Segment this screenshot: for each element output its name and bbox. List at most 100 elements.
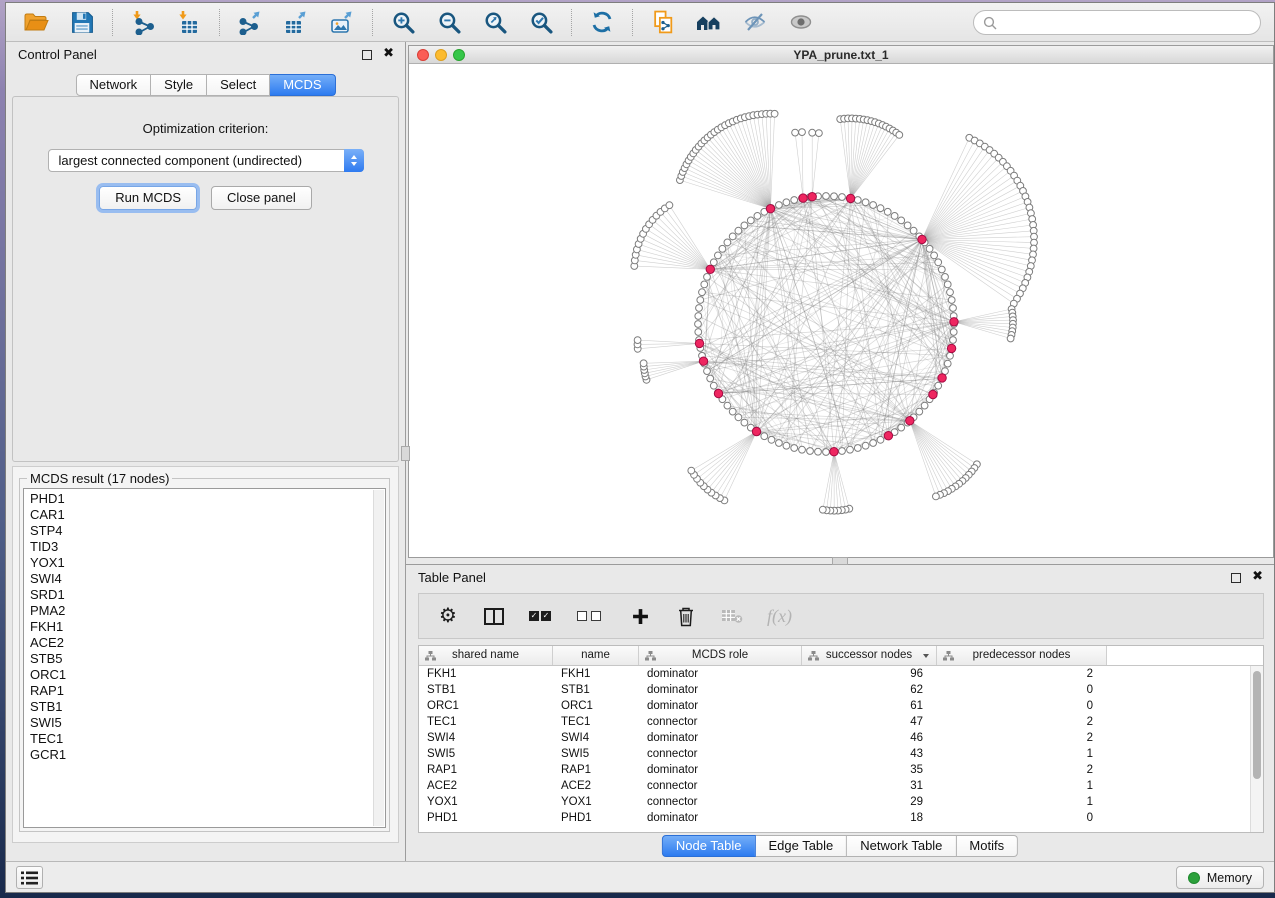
float-window-icon[interactable]	[1231, 573, 1241, 583]
table-cell: PHD1	[419, 810, 553, 826]
mcds-result-item[interactable]: SWI5	[30, 715, 385, 731]
mcds-result-item[interactable]: CAR1	[30, 507, 385, 523]
table-cell: 31	[802, 778, 937, 794]
network-view-titlebar[interactable]: YPA_prune.txt_1	[409, 46, 1273, 64]
mcds-result-item[interactable]: PHD1	[30, 491, 385, 507]
deselect-all-button[interactable]	[577, 604, 605, 628]
network-canvas[interactable]	[409, 64, 1273, 557]
run-mcds-button[interactable]: Run MCDS	[99, 186, 197, 210]
maximize-traffic-light[interactable]	[453, 49, 465, 61]
column-header-predecessor-nodes[interactable]: predecessor nodes	[937, 646, 1107, 665]
zoom-fit-button[interactable]	[480, 7, 510, 37]
minimize-traffic-light[interactable]	[435, 49, 447, 61]
table-cell: dominator	[639, 762, 802, 778]
mcds-result-item[interactable]: YOX1	[30, 555, 385, 571]
show-all-button[interactable]	[786, 7, 816, 37]
mcds-result-item[interactable]: SRD1	[30, 587, 385, 603]
horizontal-splitter-handle[interactable]	[832, 557, 848, 565]
tab-motifs[interactable]: Motifs	[956, 835, 1018, 857]
tab-style[interactable]: Style	[151, 74, 207, 96]
mcds-result-item[interactable]: STP4	[30, 523, 385, 539]
optimization-criterion-select[interactable]: largest connected component (undirected)	[48, 149, 364, 172]
select-all-button[interactable]: ✓✓	[529, 604, 553, 628]
mcds-result-item[interactable]: TID3	[30, 539, 385, 555]
tab-network[interactable]: Network	[75, 74, 151, 96]
table-cell: SWI4	[553, 730, 639, 746]
search-input[interactable]	[1002, 12, 1252, 33]
zoom-in-button[interactable]	[388, 7, 418, 37]
table-cell-filler	[1107, 762, 1263, 778]
memory-button[interactable]: Memory	[1176, 866, 1264, 889]
table-cell-filler	[1107, 778, 1263, 794]
table-cell-filler	[1107, 714, 1263, 730]
close-icon[interactable]: ✖	[1252, 568, 1263, 584]
mcds-result-item[interactable]: SWI4	[30, 571, 385, 587]
open-file-button[interactable]	[21, 7, 51, 37]
refresh-button[interactable]	[587, 7, 617, 37]
tab-mcds[interactable]: MCDS	[270, 74, 335, 96]
mcds-result-item[interactable]: TEC1	[30, 731, 385, 747]
zoom-selected-button[interactable]	[526, 7, 556, 37]
float-window-icon[interactable]	[362, 50, 372, 60]
table-row[interactable]: SWI4SWI4dominator462	[419, 730, 1263, 746]
table-cell: connector	[639, 794, 802, 810]
table-scrollbar-thumb[interactable]	[1253, 671, 1261, 779]
column-header-name[interactable]: name	[553, 646, 639, 665]
tab-network-table[interactable]: Network Table	[847, 835, 956, 857]
close-panel-button[interactable]: Close panel	[211, 186, 312, 210]
first-neighbors-button[interactable]	[694, 7, 724, 37]
tab-node-table[interactable]: Node Table	[662, 835, 756, 857]
table-row[interactable]: STB1STB1dominator620	[419, 682, 1263, 698]
table-row[interactable]: TEC1TEC1connector472	[419, 714, 1263, 730]
network-search-field[interactable]	[973, 10, 1261, 35]
show-columns-button[interactable]	[483, 604, 505, 628]
column-header-mcds-role[interactable]: MCDS role	[639, 646, 802, 665]
export-image-button[interactable]	[327, 7, 357, 37]
zoom-out-button[interactable]	[434, 7, 464, 37]
mcds-result-item[interactable]: STB1	[30, 699, 385, 715]
new-network-from-selection-button[interactable]	[648, 7, 678, 37]
task-history-button[interactable]	[16, 866, 43, 889]
table-row[interactable]: PHD1PHD1dominator180	[419, 810, 1263, 826]
tab-edge-table[interactable]: Edge Table	[755, 835, 847, 857]
table-row[interactable]: SWI5SWI5connector431	[419, 746, 1263, 762]
zoom-selected-icon	[529, 10, 554, 35]
save-session-button[interactable]	[67, 7, 97, 37]
mcds-list-scrollbar[interactable]	[373, 490, 384, 826]
mcds-result-item[interactable]: FKH1	[30, 619, 385, 635]
mcds-result-item[interactable]: GCR1	[30, 747, 385, 763]
vertical-splitter-handle[interactable]	[401, 446, 410, 461]
close-traffic-light[interactable]	[417, 49, 429, 61]
column-header-successor-nodes[interactable]: successor nodes	[802, 646, 937, 665]
tab-select[interactable]: Select	[207, 74, 270, 96]
mcds-result-item[interactable]: ACE2	[30, 635, 385, 651]
table-row[interactable]: YOX1YOX1connector291	[419, 794, 1263, 810]
import-table-button[interactable]	[174, 7, 204, 37]
mcds-result-item[interactable]: RAP1	[30, 683, 385, 699]
delete-column-button[interactable]	[675, 604, 697, 628]
export-image-icon	[329, 9, 355, 35]
table-row[interactable]: ORC1ORC1dominator610	[419, 698, 1263, 714]
export-network-button[interactable]	[235, 7, 265, 37]
table-cell: RAP1	[419, 762, 553, 778]
delete-table-icon	[722, 609, 743, 624]
hide-selected-button[interactable]	[740, 7, 770, 37]
table-scrollbar[interactable]	[1250, 666, 1263, 832]
table-cell-filler	[1107, 730, 1263, 746]
mcds-result-item[interactable]: PMA2	[30, 603, 385, 619]
import-network-button[interactable]	[128, 7, 158, 37]
table-row[interactable]: FKH1FKH1dominator962	[419, 666, 1263, 682]
export-table-button[interactable]	[281, 7, 311, 37]
node-table[interactable]: shared namenameMCDS rolesuccessor nodesp…	[418, 645, 1264, 833]
table-row[interactable]: ACE2ACE2connector311	[419, 778, 1263, 794]
add-column-button[interactable]	[629, 604, 651, 628]
mcds-result-item[interactable]: ORC1	[30, 667, 385, 683]
table-settings-button[interactable]: ⚙	[437, 604, 459, 628]
table-row[interactable]: RAP1RAP1dominator352	[419, 762, 1263, 778]
mcds-result-item[interactable]: STB5	[30, 651, 385, 667]
delete-table-button-disabled	[721, 604, 743, 628]
close-icon[interactable]: ✖	[383, 45, 394, 61]
column-header-shared-name[interactable]: shared name	[419, 646, 553, 665]
plus-icon	[632, 608, 649, 625]
table-cell: 29	[802, 794, 937, 810]
